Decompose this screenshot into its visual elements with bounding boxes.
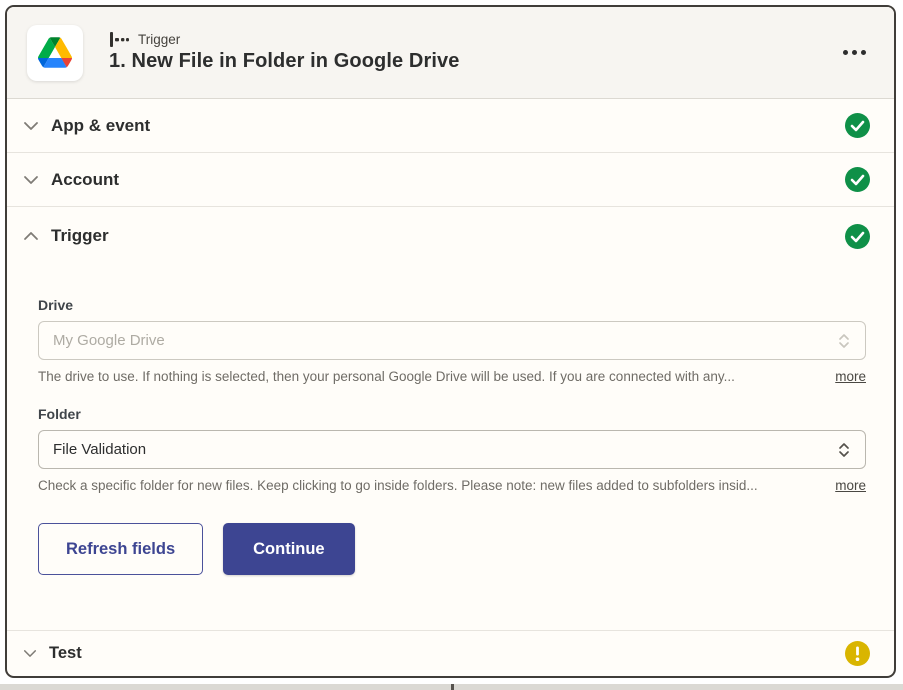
folder-select-value: File Validation	[53, 441, 837, 458]
section-app-event-status	[845, 113, 870, 138]
section-trigger-label: Trigger	[51, 226, 109, 246]
step-header-titles: Trigger 1. New File in Folder in Google …	[109, 32, 459, 73]
step-header: Trigger 1. New File in Folder in Google …	[7, 7, 894, 99]
section-trigger[interactable]: Trigger	[7, 207, 894, 265]
more-options-icon[interactable]	[841, 42, 868, 63]
folder-help-text: Check a specific folder for new files. K…	[38, 478, 817, 493]
trigger-step-card: Trigger 1. New File in Folder in Google …	[5, 5, 896, 678]
chevron-down-icon	[23, 175, 39, 185]
step-connector-line	[451, 684, 454, 690]
warning-exclamation-icon	[845, 641, 870, 666]
section-trigger-status	[845, 224, 870, 249]
unfold-arrows-icon	[837, 441, 851, 459]
success-check-icon	[845, 167, 870, 192]
google-drive-app-icon	[27, 25, 83, 81]
chevron-down-icon	[23, 121, 39, 131]
unfold-arrows-icon	[837, 332, 851, 350]
folder-select[interactable]: File Validation	[38, 430, 866, 469]
drive-help-text: The drive to use. If nothing is selected…	[38, 369, 817, 384]
form-actions: Refresh fields Continue	[38, 523, 866, 575]
section-test[interactable]: Test	[7, 630, 894, 676]
drive-help-row: The drive to use. If nothing is selected…	[38, 369, 866, 384]
section-account[interactable]: Account	[7, 153, 894, 207]
zap-editor-step-panel: Trigger 1. New File in Folder in Google …	[0, 0, 903, 690]
section-app-event[interactable]: App & event	[7, 99, 894, 153]
step-type-label: Trigger	[138, 32, 180, 47]
folder-help-more-link[interactable]: more	[835, 478, 866, 493]
drive-select[interactable]: My Google Drive	[38, 321, 866, 360]
drive-select-value: My Google Drive	[53, 332, 837, 349]
section-app-event-label: App & event	[51, 116, 150, 136]
trigger-step-icon	[109, 32, 129, 47]
continue-button[interactable]: Continue	[223, 523, 355, 575]
editor-canvas-strip	[0, 684, 903, 690]
section-account-label: Account	[51, 170, 119, 190]
drive-help-more-link[interactable]: more	[835, 369, 866, 384]
step-title: 1. New File in Folder in Google Drive	[109, 50, 459, 73]
section-account-status	[845, 167, 870, 192]
drive-field-label: Drive	[38, 297, 866, 313]
chevron-up-icon	[23, 231, 39, 241]
section-test-status	[845, 641, 870, 666]
success-check-icon	[845, 113, 870, 138]
google-drive-logo-icon	[38, 37, 72, 68]
folder-field-label: Folder	[38, 406, 866, 422]
chevron-down-icon	[23, 649, 37, 658]
section-test-label: Test	[49, 644, 82, 663]
success-check-icon	[845, 224, 870, 249]
folder-help-row: Check a specific folder for new files. K…	[38, 478, 866, 493]
refresh-fields-button[interactable]: Refresh fields	[38, 523, 203, 575]
trigger-form: Drive My Google Drive The drive to use. …	[7, 265, 894, 609]
